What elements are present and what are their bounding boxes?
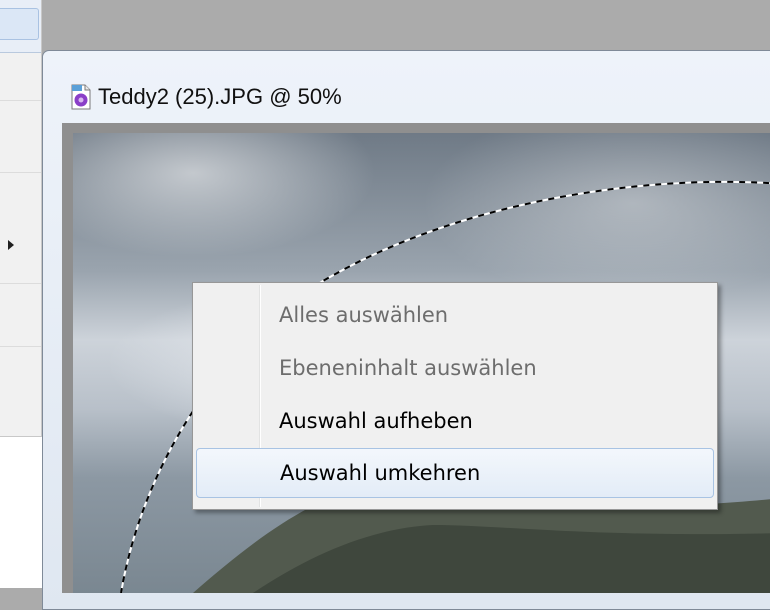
background-menu-highlighted-item[interactable] (0, 8, 39, 40)
document-title-bar[interactable]: Teddy2 (25).JPG @ 50% (70, 80, 342, 114)
jpg-file-icon (70, 84, 92, 110)
menu-separator (0, 100, 41, 101)
context-menu: Alles auswählen Ebeneninhalt auswählen A… (192, 282, 718, 510)
document-title: Teddy2 (25).JPG @ 50% (98, 84, 342, 109)
menu-item-invert-selection[interactable]: Auswahl umkehren (196, 448, 714, 498)
menu-item-label: Auswahl umkehren (280, 461, 481, 485)
menu-separator (0, 346, 41, 347)
submenu-arrow-icon[interactable] (8, 240, 14, 250)
menu-item-deselect[interactable]: Auswahl aufheben (196, 396, 714, 446)
background-menu-highlight[interactable] (0, 0, 41, 53)
menu-item-label: Auswahl aufheben (279, 409, 473, 433)
menu-separator (0, 172, 41, 173)
background-menu-panel (0, 0, 42, 437)
menu-item-label: Alles auswählen (279, 303, 449, 327)
background-area (0, 437, 42, 588)
menu-item-select-all[interactable]: Alles auswählen (196, 290, 714, 340)
menu-separator (0, 283, 41, 284)
menu-item-select-layer-content[interactable]: Ebeneninhalt auswählen (196, 343, 714, 393)
menu-item-label: Ebeneninhalt auswählen (279, 356, 537, 380)
